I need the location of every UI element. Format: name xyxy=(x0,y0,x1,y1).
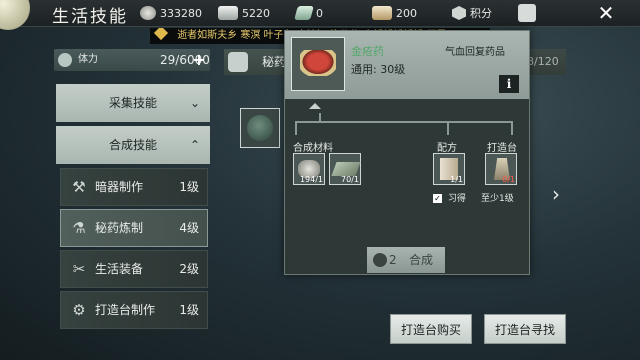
add-stamina-button[interactable]: + xyxy=(191,51,207,69)
item-name: 金疮药 xyxy=(351,45,384,58)
bench-slot[interactable]: 0/1 xyxy=(485,153,517,185)
skill-level: 2级 xyxy=(179,262,199,276)
resource-silver-value: 5220 xyxy=(242,6,270,20)
skill-item-hidden-weapon[interactable]: ⚒ 暗器制作 1级 xyxy=(60,168,208,206)
next-page-arrow[interactable]: › xyxy=(552,182,560,206)
tree-line xyxy=(511,121,513,135)
material-slot-1[interactable]: 194/1 xyxy=(293,153,325,185)
skill-name: 生活装备 xyxy=(95,262,144,276)
material-slot-2[interactable]: 70/1 xyxy=(329,153,361,185)
tree-line xyxy=(447,121,449,135)
silver-ingot-icon xyxy=(218,6,238,20)
tab-label: 秘药 xyxy=(262,55,287,69)
recipe-count: 1/1 xyxy=(450,175,463,184)
jade-icon xyxy=(294,6,314,20)
tree-line xyxy=(319,113,321,121)
recipe-slot[interactable] xyxy=(240,108,280,148)
skill-menu: 采集技能 ⌄ 合成技能 ⌃ ⚒ 暗器制作 1级 ⚗ 秘药炼制 4级 ✂ 生活装备… xyxy=(56,84,210,332)
points-badge-icon xyxy=(452,6,466,20)
medicine-jar-icon xyxy=(247,115,273,141)
learned-status: ✓ 习得 xyxy=(433,191,466,204)
item-detail-popup: 金疮药 通用: 30级 气血回复药品 i 合成材料 配方 打造台 194/1 7… xyxy=(284,30,530,275)
chevron-down-icon: ⌄ xyxy=(189,96,200,110)
item-icon xyxy=(291,37,345,91)
category-gathering[interactable]: 采集技能 ⌄ xyxy=(56,84,210,122)
medicine-bag-icon: ⚗ xyxy=(72,219,86,237)
spark-icon xyxy=(153,28,169,41)
skill-name: 打造台制作 xyxy=(95,303,156,317)
stamina-label: 体力 xyxy=(78,54,98,65)
combine-button[interactable]: 2 合成 xyxy=(367,247,445,273)
material-count: 70/1 xyxy=(341,175,359,184)
category-label: 合成技能 xyxy=(108,138,157,152)
skill-name: 秘药炼制 xyxy=(95,221,144,235)
popup-header: 金疮药 通用: 30级 气血回复药品 i xyxy=(285,31,529,99)
info-button[interactable]: i xyxy=(499,75,519,93)
resource-gold: 200 xyxy=(372,4,417,22)
recipe-slot-book[interactable]: 1/1 xyxy=(433,153,465,185)
red-powder-icon xyxy=(300,50,336,76)
resource-gold-value: 200 xyxy=(396,6,417,20)
hidden-weapon-icon: ⚒ xyxy=(72,178,86,196)
item-effect: 气血回复药品 xyxy=(445,47,505,58)
skill-level: 4级 xyxy=(179,221,199,235)
category-crafting[interactable]: 合成技能 ⌃ xyxy=(56,126,210,164)
page-title: 生活技能 xyxy=(52,7,128,27)
medicine-tab-icon xyxy=(228,52,248,72)
gold-ingot-icon xyxy=(372,6,392,20)
recipe-label: 配方 xyxy=(437,143,457,154)
points-button[interactable]: 积分 xyxy=(452,4,492,22)
materials-label: 合成材料 xyxy=(293,143,333,154)
settings-button[interactable] xyxy=(518,4,540,22)
stamina-bar: 体力 29/6000 + xyxy=(54,49,210,71)
coin-icon xyxy=(140,6,156,20)
tree-line xyxy=(295,121,513,123)
find-bench-button[interactable]: 打造台寻找 xyxy=(484,314,566,344)
resource-silver: 5220 xyxy=(218,4,270,22)
moon-logo-icon xyxy=(0,0,30,30)
leaf-herb-icon xyxy=(331,162,361,176)
check-icon: ✓ xyxy=(433,194,442,203)
gear-icon xyxy=(518,4,536,22)
item-usage-level: 通用: 30级 xyxy=(351,63,406,76)
tree-line xyxy=(295,121,297,135)
skill-item-secret-medicine[interactable]: ⚗ 秘药炼制 4级 xyxy=(60,209,208,247)
bench-label: 打造台 xyxy=(487,143,517,154)
scissors-icon: ✂ xyxy=(72,260,86,278)
resource-jade: 0 xyxy=(294,4,323,22)
skill-item-forge-bench[interactable]: ⚙ 打造台制作 1级 xyxy=(60,291,208,329)
stamina-icon xyxy=(58,53,72,67)
bench-requirement: 至少1级 xyxy=(481,194,514,204)
points-label: 积分 xyxy=(470,7,492,20)
category-label: 采集技能 xyxy=(108,96,157,110)
resource-coin: 333280 xyxy=(140,4,202,22)
resource-jade-value: 0 xyxy=(316,6,323,20)
stone-icon xyxy=(373,253,387,267)
skill-level: 1级 xyxy=(179,180,199,194)
material-count: 194/1 xyxy=(299,175,323,184)
resource-coin-value: 333280 xyxy=(160,6,202,20)
anvil-icon: ⚙ xyxy=(72,301,86,319)
close-icon: ✕ xyxy=(597,1,615,25)
tab-medicine[interactable]: 秘药 xyxy=(224,49,288,75)
close-button[interactable]: ✕ xyxy=(594,2,618,24)
skill-item-life-equipment[interactable]: ✂ 生活装备 2级 xyxy=(60,250,208,288)
chevron-up-icon: ⌃ xyxy=(189,138,200,152)
combine-label: 合成 xyxy=(409,253,434,267)
buy-bench-button[interactable]: 打造台购买 xyxy=(390,314,472,344)
top-bar: 生活技能 333280 5220 0 200 积分 ✕ xyxy=(0,0,640,30)
combine-cost: 2 xyxy=(389,253,397,267)
skill-level: 1级 xyxy=(179,303,199,317)
bench-count: 0/1 xyxy=(502,175,515,184)
skill-name: 暗器制作 xyxy=(95,180,144,194)
learned-text: 习得 xyxy=(447,194,466,204)
